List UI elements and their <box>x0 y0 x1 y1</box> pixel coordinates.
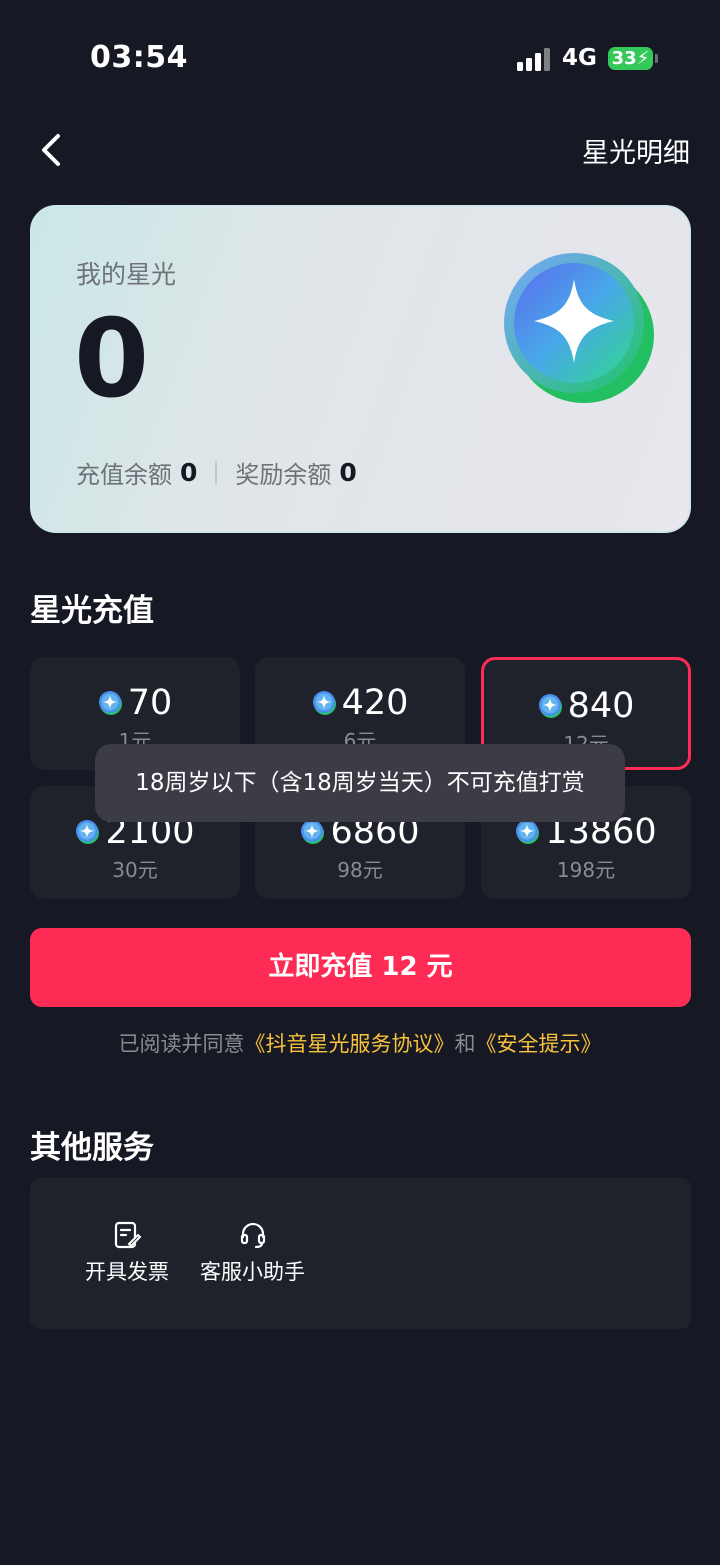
divider <box>215 460 218 485</box>
invoice-service[interactable]: 开具发票 <box>85 1220 169 1286</box>
package-amount-row: 420 <box>255 683 465 723</box>
agreement-text: 已阅读并同意《抖音星光服务协议》和《安全提示》 <box>0 1028 720 1058</box>
reward-balance-value: 0 <box>339 458 357 487</box>
services-card: 开具发票 客服小助手 <box>30 1178 691 1329</box>
recharge-title: 星光充值 <box>30 593 154 629</box>
battery-cap <box>655 54 658 63</box>
agreement-prefix: 已阅读并同意 <box>118 1032 245 1056</box>
invoice-label: 开具发票 <box>85 1260 169 1284</box>
agreement-and: 和 <box>454 1032 476 1056</box>
invoice-icon <box>114 1221 142 1249</box>
battery-icon: 33⚡ <box>608 47 653 70</box>
package-amount: 840 <box>567 686 635 726</box>
balance-breakdown: 充值余额 0 奖励余额 0 <box>76 455 357 490</box>
recharge-balance-value: 0 <box>180 458 198 487</box>
package-amount-row: 840 <box>484 686 688 726</box>
star-coin-icon <box>538 694 562 718</box>
customer-service[interactable]: 客服小助手 <box>200 1220 305 1286</box>
star-coin-icon <box>504 253 654 403</box>
signal-icon <box>517 47 553 71</box>
network-type: 4G <box>562 45 597 71</box>
safety-tips-link[interactable]: 《安全提示》 <box>476 1032 602 1056</box>
battery-level: 33 <box>611 48 637 69</box>
customer-service-label: 客服小助手 <box>200 1260 305 1284</box>
headset-icon <box>240 1222 265 1249</box>
status-time: 03:54 <box>90 40 188 75</box>
balance-card: 我的星光 0 充值余额 0 奖励余额 0 <box>30 205 691 533</box>
star-detail-link[interactable]: 星光明细 <box>582 131 690 170</box>
page: 03:54 4G 33⚡ 星光明细 我的星光 0 充值余额 0 奖励余额 0 星… <box>0 0 720 1565</box>
recharge-balance-label: 充值余额 <box>76 461 172 489</box>
package-amount: 70 <box>127 683 173 723</box>
star-coin-icon <box>301 820 325 844</box>
package-price: 30元 <box>112 858 158 882</box>
star-coin-icon <box>516 820 540 844</box>
balance-label: 我的星光 <box>76 260 177 289</box>
reward-balance-label: 奖励余额 <box>235 461 332 489</box>
recharge-now-button[interactable]: 立即充值 12 元 <box>30 928 691 1007</box>
age-restriction-toast: 18周岁以下（含18周岁当天）不可充值打赏 <box>95 744 625 822</box>
package-price: 98元 <box>337 858 383 882</box>
back-arrow-icon[interactable] <box>34 128 74 172</box>
balance-amount: 0 <box>74 297 150 422</box>
package-price: 198元 <box>556 858 616 882</box>
services-title: 其他服务 <box>30 1130 154 1166</box>
service-agreement-link[interactable]: 《抖音星光服务协议》 <box>245 1032 455 1056</box>
star-coin-icon <box>98 691 122 715</box>
star-coin-icon <box>76 820 100 844</box>
star-coin-icon <box>312 691 336 715</box>
package-amount: 420 <box>341 683 409 723</box>
package-amount-row: 70 <box>30 683 240 723</box>
